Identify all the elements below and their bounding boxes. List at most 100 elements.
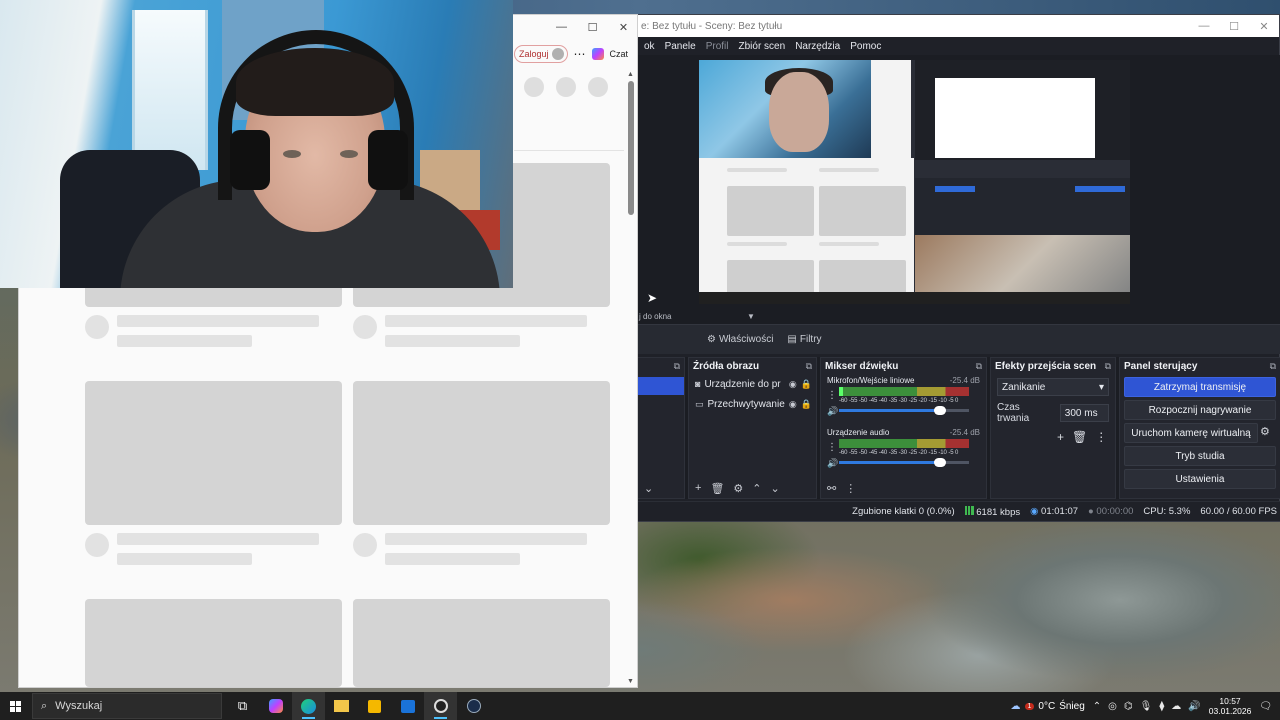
person-hair <box>236 48 394 116</box>
scrollbar-thumb[interactable] <box>628 81 634 215</box>
window-icon: ▭ <box>695 398 704 409</box>
file-explorer-icon[interactable] <box>325 692 358 720</box>
scene-item-selected[interactable] <box>638 377 684 395</box>
scroll-up-icon[interactable]: ▲ <box>627 71 634 78</box>
menu-item-profil[interactable]: Profil <box>701 41 734 52</box>
chevron-down-icon[interactable]: ⌄ <box>771 482 780 495</box>
chevron-up-icon[interactable]: ⌃ <box>752 482 761 495</box>
login-label: Zaloguj <box>519 49 549 59</box>
video-card-placeholder[interactable] <box>353 381 610 525</box>
duration-input[interactable]: 300 ms <box>1059 404 1109 422</box>
store-icon[interactable] <box>358 692 391 720</box>
preview-canvas[interactable] <box>699 60 1130 304</box>
add-icon[interactable]: + <box>695 482 701 494</box>
close-icon[interactable]: ✕ <box>1249 15 1279 37</box>
usb-icon[interactable]: ⧫ <box>1159 701 1164 712</box>
scroll-down-icon[interactable]: ▼ <box>627 678 634 685</box>
volume-slider[interactable] <box>839 406 969 415</box>
edge-icon[interactable] <box>292 692 325 720</box>
weather-widget[interactable]: ☁ 1 0°C Śnieg <box>1011 701 1085 712</box>
gear-icon[interactable]: ⚙ <box>1260 425 1274 438</box>
copilot-icon[interactable] <box>259 692 292 720</box>
close-icon[interactable]: ✕ <box>608 15 639 39</box>
transition-select[interactable]: Zanikanie ▾ <box>997 378 1109 396</box>
browser-scrollbar[interactable]: ▲ ▼ <box>627 71 635 685</box>
link-icon[interactable]: ⚯ <box>827 482 836 495</box>
popout-icon[interactable]: ⧉ <box>806 361 812 372</box>
popout-icon[interactable]: ⧉ <box>1270 361 1276 372</box>
source-toolbar: ⚙ Właściwości ▤ Filtry <box>637 324 1280 354</box>
login-button[interactable]: Zaloguj <box>514 45 568 63</box>
network-icon[interactable]: ⌬ <box>1124 701 1133 712</box>
chevron-down-icon[interactable]: ⌄ <box>644 482 653 495</box>
eye-icon[interactable]: ◉ <box>789 399 797 410</box>
source-item[interactable]: ◙ Urządzenie do pr ◉ 🔒 <box>689 374 816 394</box>
stop-streaming-button[interactable]: Zatrzymaj transmisję <box>1124 377 1276 397</box>
obs-tray-icon[interactable]: ◎ <box>1108 701 1117 712</box>
system-tray: ⌃ ◎ ⌬ 🎙 ⧫ ☁ 🔊 <box>1093 701 1201 712</box>
start-button[interactable] <box>0 700 30 712</box>
notification-icon[interactable]: 🗨 <box>1259 701 1272 712</box>
menu-item-pomoc[interactable]: Pomoc <box>845 41 886 52</box>
trash-icon[interactable]: 🗑 <box>1072 430 1087 444</box>
popout-icon[interactable]: ⧉ <box>674 361 680 372</box>
kebab-icon[interactable]: ⋮ <box>845 482 856 495</box>
clock[interactable]: 10:57 03.01.2026 <box>1209 696 1252 716</box>
taskbar-search[interactable]: ⌕ Wyszukaj <box>32 693 222 719</box>
chevron-down-icon[interactable]: ▼ <box>747 312 755 321</box>
maximize-icon[interactable]: ☐ <box>577 15 608 39</box>
filter-icon: ▤ <box>787 334 797 345</box>
settings-button[interactable]: Ustawienia <box>1124 469 1276 489</box>
preview-area[interactable]: ➤ <box>637 55 1280 313</box>
duration-label: Czas trwania <box>997 402 1030 424</box>
kebab-icon[interactable]: ⋮ <box>1095 430 1107 444</box>
video-card-placeholder[interactable] <box>85 599 342 687</box>
transition-selected: Zanikanie <box>1002 381 1046 393</box>
properties-button[interactable]: ⚙ Właściwości <box>707 334 773 345</box>
video-card-placeholder[interactable] <box>353 599 610 687</box>
video-card-placeholder[interactable] <box>85 381 342 525</box>
chat-label[interactable]: Czat <box>610 49 629 59</box>
virtual-camera-button[interactable]: Uruchom kamerę wirtualną <box>1124 423 1258 443</box>
speaker-icon[interactable]: 🔊 <box>827 406 838 417</box>
menu-item-narzedzia[interactable]: Narzędzia <box>790 41 845 52</box>
studio-mode-button[interactable]: Tryb studia <box>1124 446 1276 466</box>
menu-item-docks-partial[interactable]: ok <box>639 41 660 52</box>
steam-icon[interactable] <box>457 692 490 720</box>
source-dropdown[interactable]: j do okna ▼ <box>637 312 1280 324</box>
lock-icon[interactable]: 🔒 <box>801 379 812 390</box>
minimize-icon[interactable]: — <box>1189 15 1219 37</box>
gear-icon[interactable]: ⚙ <box>733 482 743 495</box>
kebab-icon[interactable]: ⋮ <box>827 442 837 453</box>
volume-icon[interactable]: 🔊 <box>1188 701 1200 712</box>
outlook-icon[interactable] <box>391 692 424 720</box>
obs-window[interactable]: e: Bez tytułu - Sceny: Bez tytułu — ☐ ✕ … <box>636 14 1280 522</box>
kebab-icon[interactable]: ⋮ <box>827 390 837 401</box>
obs-icon[interactable] <box>424 692 457 720</box>
chevron-up-icon[interactable]: ⌃ <box>1093 701 1101 712</box>
popout-icon[interactable]: ⧉ <box>1105 361 1111 372</box>
filters-button[interactable]: ▤ Filtry <box>787 334 821 345</box>
speaker-icon[interactable]: 🔊 <box>827 458 838 469</box>
menu-item-zbior-scen[interactable]: Zbiór scen <box>734 41 791 52</box>
minimize-icon[interactable]: — <box>546 15 577 39</box>
more-icon[interactable]: ⋯ <box>574 47 586 61</box>
add-icon[interactable]: + <box>1057 430 1064 444</box>
popout-icon[interactable]: ⧉ <box>976 361 982 372</box>
volume-slider[interactable] <box>839 458 969 467</box>
cloud-icon[interactable]: ☁ <box>1171 701 1181 712</box>
trash-icon[interactable]: 🗑 <box>710 482 724 495</box>
microphone-icon[interactable]: 🎙 <box>1140 701 1153 712</box>
lock-icon[interactable]: 🔒 <box>801 399 812 410</box>
maximize-icon[interactable]: ☐ <box>1219 15 1249 37</box>
start-recording-button[interactable]: Rozpocznij nagrywanie <box>1124 400 1276 420</box>
task-view-icon[interactable]: ⧉ <box>226 692 259 720</box>
obs-titlebar[interactable]: e: Bez tytułu - Sceny: Bez tytułu — ☐ ✕ <box>637 15 1279 37</box>
source-item[interactable]: ▭ Przechwytywanie ◉ 🔒 <box>689 394 816 414</box>
copilot-icon[interactable] <box>591 48 604 60</box>
volume-slider-thumb[interactable] <box>934 406 947 415</box>
volume-slider-thumb[interactable] <box>934 458 947 467</box>
eye-icon[interactable]: ◉ <box>789 379 797 390</box>
menu-item-panele[interactable]: Panele <box>660 41 701 52</box>
browser-titlebar[interactable]: — ☐ ✕ <box>514 15 639 39</box>
